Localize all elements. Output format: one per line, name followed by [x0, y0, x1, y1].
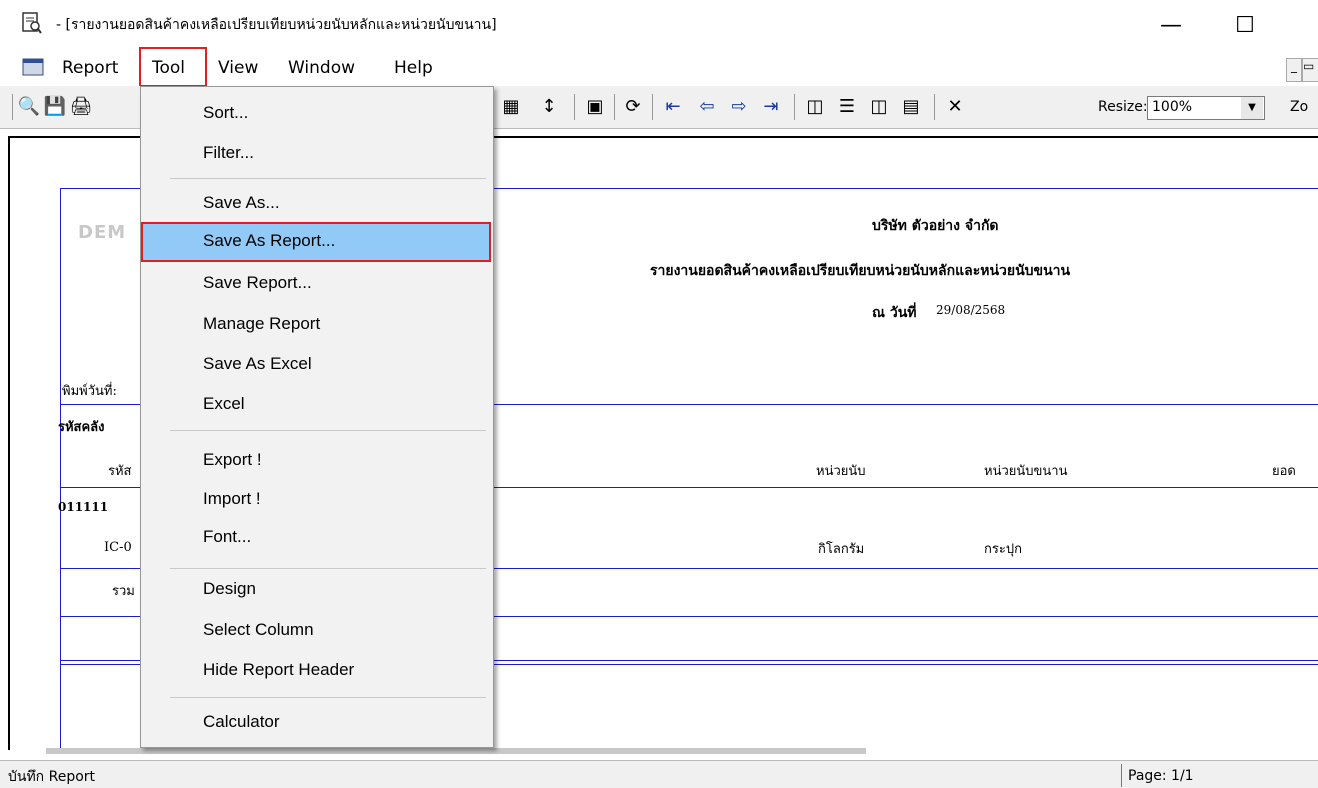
preview-icon[interactable]: 🔍 — [18, 94, 40, 118]
minimize-button[interactable]: — — [1148, 8, 1194, 42]
menu-item-font[interactable]: Font... — [203, 527, 251, 547]
mdi-restore-button[interactable]: ▭ — [1302, 58, 1318, 82]
app-icon — [22, 12, 42, 34]
menu-item-design[interactable]: Design — [203, 579, 256, 599]
next-page-icon[interactable]: ⇨ — [728, 94, 750, 118]
toolbar-grip — [12, 94, 13, 120]
window-icon[interactable]: ▤ — [900, 94, 922, 118]
menu-item-select-column[interactable]: Select Column — [203, 620, 314, 640]
menu-help[interactable]: Help — [388, 56, 439, 80]
toolbar-separator — [652, 94, 653, 120]
menu-item-export[interactable]: Export ! — [203, 450, 262, 470]
menu-item-excel[interactable]: Excel — [203, 394, 245, 414]
status-page: Page: 1/1 — [1128, 768, 1194, 784]
item-code: IC-0 — [104, 540, 132, 555]
toolbar-separator — [794, 94, 795, 120]
toolbar-separator — [574, 94, 575, 120]
column-code: รหัส — [108, 464, 132, 479]
print-setup-icon[interactable]: 💾 — [44, 94, 66, 118]
status-text: บันทึก Report — [8, 769, 96, 785]
grid-icon[interactable]: ▦ — [500, 94, 522, 118]
menu-item-save-report[interactable]: Save Report... — [203, 273, 312, 293]
menu-item-hide-report-header[interactable]: Hide Report Header — [203, 660, 354, 680]
first-page-icon[interactable]: ⇤ — [662, 94, 684, 118]
menu-item-filter[interactable]: Filter... — [203, 143, 254, 163]
menu-tool-highlight — [139, 47, 207, 87]
status-separator — [1121, 764, 1122, 787]
menu-item-save-as[interactable]: Save As... — [203, 193, 280, 213]
chevron-down-icon[interactable]: ▼ — [1241, 97, 1263, 119]
maximize-button[interactable]: ☐ — [1222, 8, 1268, 42]
menu-item-sort[interactable]: Sort... — [203, 103, 248, 123]
fit-height-icon[interactable]: ↕ — [538, 94, 560, 118]
menu-item-highlight-box — [141, 222, 491, 262]
print-icon[interactable]: 🖨 — [70, 94, 93, 118]
refresh-icon[interactable]: ⟳ — [622, 94, 644, 118]
tool-menu-dropdown — [140, 86, 494, 748]
toolbar-separator — [934, 94, 935, 120]
group-header: รหัสคลัง — [58, 420, 105, 435]
mdi-child-icon[interactable] — [22, 57, 46, 77]
report-date-value: 29/08/2568 — [936, 303, 1006, 317]
menu-separator — [170, 430, 486, 431]
item-unit: กิโลกรัม — [818, 542, 865, 557]
calculator-icon[interactable]: ▣ — [584, 94, 606, 118]
window-title: - [รายงานยอดสินค้าคงเหลือเปรียบเทียบหน่ว… — [56, 17, 497, 33]
demo-watermark: DEM — [78, 222, 127, 243]
menu-window[interactable]: Window — [282, 56, 361, 80]
menu-separator — [170, 568, 486, 569]
warehouse-code: 011111 — [58, 500, 109, 514]
columns-icon[interactable]: ◫ — [868, 94, 890, 118]
horizontal-scrollbar[interactable] — [46, 748, 866, 754]
previous-page-icon[interactable]: ⇦ — [696, 94, 718, 118]
menu-separator — [170, 178, 486, 179]
mdi-minimize-button[interactable]: _ — [1286, 58, 1302, 82]
zoom-label: Zo — [1290, 99, 1309, 115]
report-date-label: ณ วันที่ — [872, 305, 917, 321]
resize-label: Resize: — [1098, 99, 1148, 115]
menu-item-save-as-excel[interactable]: Save As Excel — [203, 354, 312, 374]
resize-value: 100% — [1152, 99, 1193, 115]
menu-item-import[interactable]: Import ! — [203, 489, 261, 509]
menu-separator — [170, 697, 486, 698]
menu-item-manage-report[interactable]: Manage Report — [203, 314, 320, 334]
column-unit: หน่วยนับ — [816, 464, 866, 479]
tile-icon[interactable]: ◫ — [804, 94, 826, 118]
close-icon[interactable]: ✕ — [944, 94, 966, 118]
print-date-label: พิมพ์วันที่: — [62, 384, 117, 399]
column-balance: ยอด — [1272, 464, 1296, 479]
last-page-icon[interactable]: ⇥ — [760, 94, 782, 118]
total-label: รวม — [112, 584, 135, 599]
toolbar-separator — [614, 94, 615, 120]
menu-item-calculator[interactable]: Calculator — [203, 712, 280, 732]
company-name: บริษัท ตัวอย่าง จำกัด — [872, 218, 999, 234]
report-title: รายงานยอดสินค้าคงเหลือเปรียบเทียบหน่วยนั… — [650, 263, 1071, 279]
column-parallel-unit: หน่วยนับขนาน — [984, 464, 1068, 479]
menu-view[interactable]: View — [212, 56, 264, 80]
item-parallel-unit: กระปุก — [984, 542, 1022, 557]
rows-icon[interactable]: ☰ — [836, 94, 858, 118]
menu-report[interactable]: Report — [56, 56, 124, 80]
